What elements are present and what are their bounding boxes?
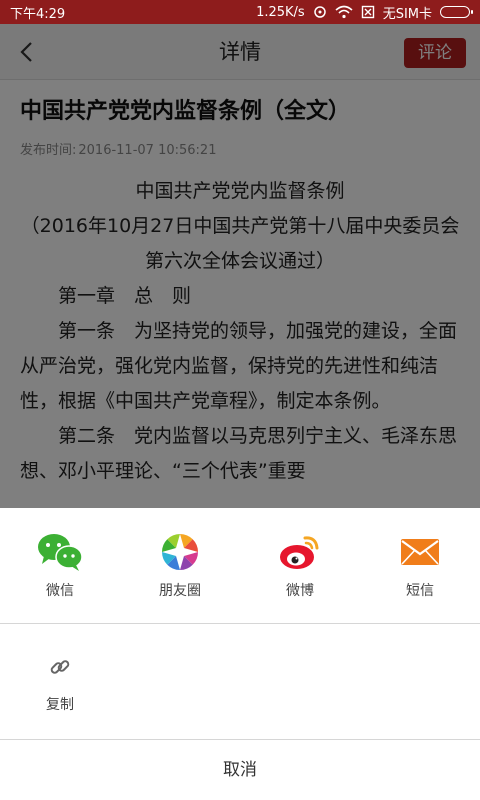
share-wechat[interactable]: 微信	[0, 532, 120, 600]
share-sms-label: 短信	[406, 583, 434, 599]
body-article-1: 第一条 为坚持党的领导，加强党的建设，全面从严治党，强化党内监督，保持党的先进性…	[20, 320, 458, 412]
publish-label: 发布时间:	[20, 143, 77, 158]
comment-button[interactable]: 评论	[404, 38, 466, 68]
cancel-button[interactable]: 取消	[0, 740, 480, 800]
share-weibo[interactable]: 微博	[240, 532, 360, 600]
sim-status: 无SIM卡	[382, 6, 432, 22]
article-meta: 发布时间: 2016-11-07 10:56:21	[20, 139, 460, 158]
moments-icon	[120, 532, 240, 572]
body-subheading: （2016年10月27日中国共产党第十八届中央委员会第六次全体会议通过）	[20, 215, 460, 272]
article-title: 中国共产党党内监督条例（全文）	[20, 99, 351, 124]
share-wechat-label: 微信	[46, 583, 74, 599]
copy-link-button[interactable]: 复制	[0, 652, 120, 714]
article-body: 中国共产党党内监督条例 （2016年10月27日中国共产党第十八届中央委员会第六…	[20, 174, 460, 489]
share-moments-label: 朋友圈	[159, 583, 201, 599]
wechat-icon	[0, 532, 120, 572]
share-sheet: 微信 朋友圈 微博 短信 复制 取消	[0, 508, 480, 800]
body-chapter: 第一章 总 则	[58, 285, 192, 307]
wifi-icon	[335, 5, 353, 19]
nav-bar: 详情 评论	[0, 24, 480, 80]
battery-icon	[440, 6, 473, 18]
status-time: 下午4:29	[10, 6, 66, 22]
divider-top	[0, 623, 480, 624]
share-moments[interactable]: 朋友圈	[120, 532, 240, 600]
share-row: 微信 朋友圈 微博 短信	[0, 508, 480, 624]
status-right: 1.25K/s 无SIM卡	[256, 3, 473, 22]
copy-label: 复制	[46, 697, 74, 713]
network-speed: 1.25K/s	[256, 4, 305, 20]
sync-icon	[313, 5, 327, 19]
share-sms[interactable]: 短信	[360, 532, 480, 600]
no-sim-icon	[361, 5, 375, 19]
weibo-icon	[240, 532, 360, 572]
article-content: 中国共产党党内监督条例（全文） 发布时间: 2016-11-07 10:56:21…	[0, 81, 480, 508]
status-bar: 下午4:29 1.25K/s 无SIM卡	[0, 0, 480, 24]
publish-time: 2016-11-07 10:56:21	[78, 143, 217, 158]
body-article-2: 第二条 党内监督以马克思列宁主义、毛泽东思想、邓小平理论、“三个代表”重要	[20, 425, 458, 482]
link-icon	[0, 652, 120, 682]
share-weibo-label: 微博	[286, 583, 314, 599]
body-heading: 中国共产党党内监督条例	[135, 180, 345, 202]
sms-icon	[360, 532, 480, 572]
